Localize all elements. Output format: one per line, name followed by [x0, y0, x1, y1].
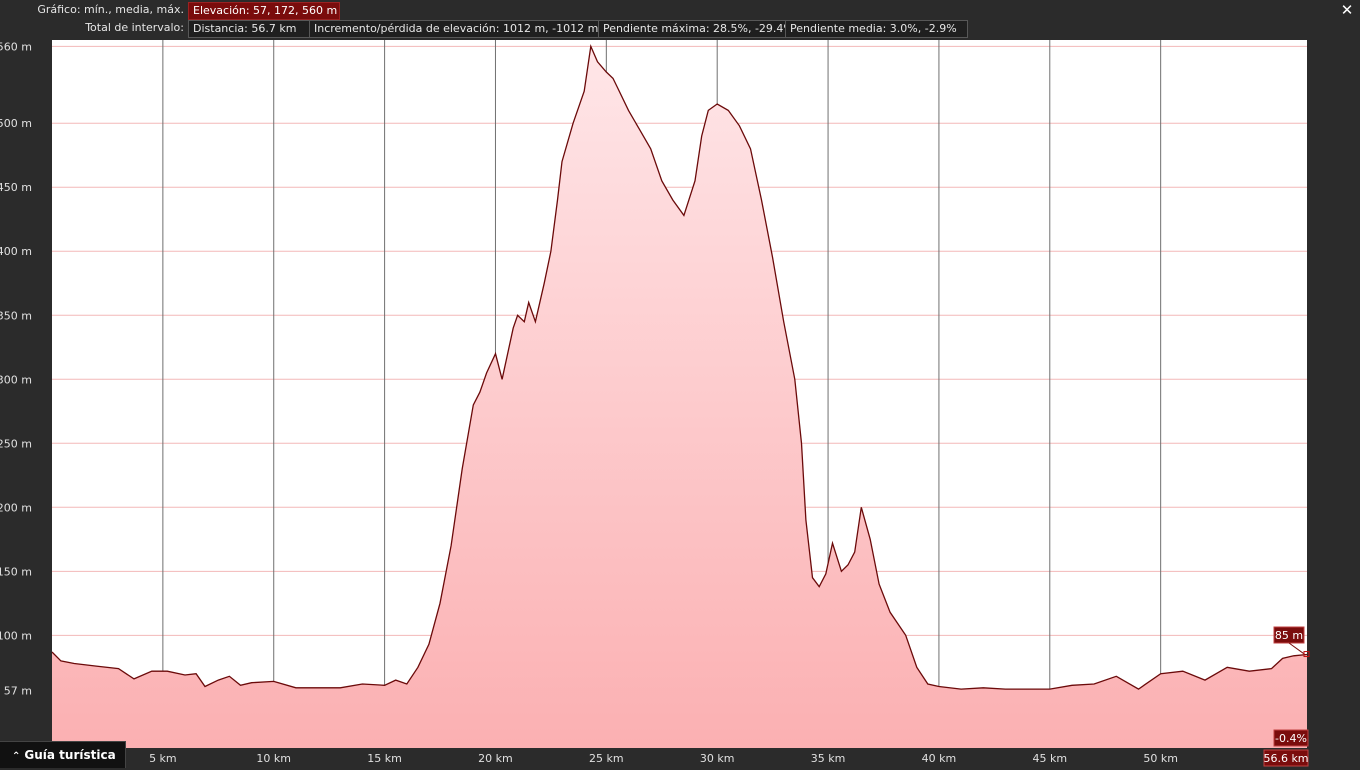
x-tick-label: 35 km	[811, 752, 846, 765]
chevron-up-icon: ⌃	[12, 751, 21, 762]
x-tick-label: 40 km	[922, 752, 957, 765]
y-tick-label: 250 m	[0, 437, 32, 450]
y-tick-label: 350 m	[0, 309, 32, 322]
tour-guide-button[interactable]: ⌃ Guía turística	[0, 741, 126, 768]
end-distance-label: 56.6 km	[1263, 752, 1308, 765]
x-tick-label: 30 km	[700, 752, 735, 765]
y-tick-label: 500 m	[0, 117, 32, 130]
end-slope-label: -0.4%	[1275, 732, 1307, 745]
y-tick-label: 200 m	[0, 501, 32, 514]
y-axis-labels: 57 m 100 m 150 m 200 m 250 m 300 m 350 m 400 m 4…	[0, 40, 32, 697]
x-tick-label: 45 km	[1032, 752, 1067, 765]
tour-guide-label: Guía turística	[24, 748, 116, 762]
x-tick-label: 20 km	[478, 752, 513, 765]
x-tick-label: 5 km	[149, 752, 177, 765]
y-tick-label: 300 m	[0, 373, 32, 386]
x-tick-label: 10 km	[256, 752, 291, 765]
y-tick-label: 150 m	[0, 565, 32, 578]
x-tick-label: 15 km	[367, 752, 402, 765]
end-elevation-label: 85 m	[1275, 629, 1303, 642]
y-tick-label: 450 m	[0, 181, 32, 194]
x-tick-label: 50 km	[1143, 752, 1178, 765]
elevation-profile-chart[interactable]: 57 m 100 m 150 m 200 m 250 m 300 m 350 m 400 m 4…	[0, 0, 1360, 768]
y-tick-label: 560 m	[0, 40, 32, 53]
y-tick-label: 57 m	[4, 684, 32, 697]
x-tick-label: 25 km	[589, 752, 624, 765]
y-tick-label: 100 m	[0, 629, 32, 642]
y-tick-label: 400 m	[0, 245, 32, 258]
